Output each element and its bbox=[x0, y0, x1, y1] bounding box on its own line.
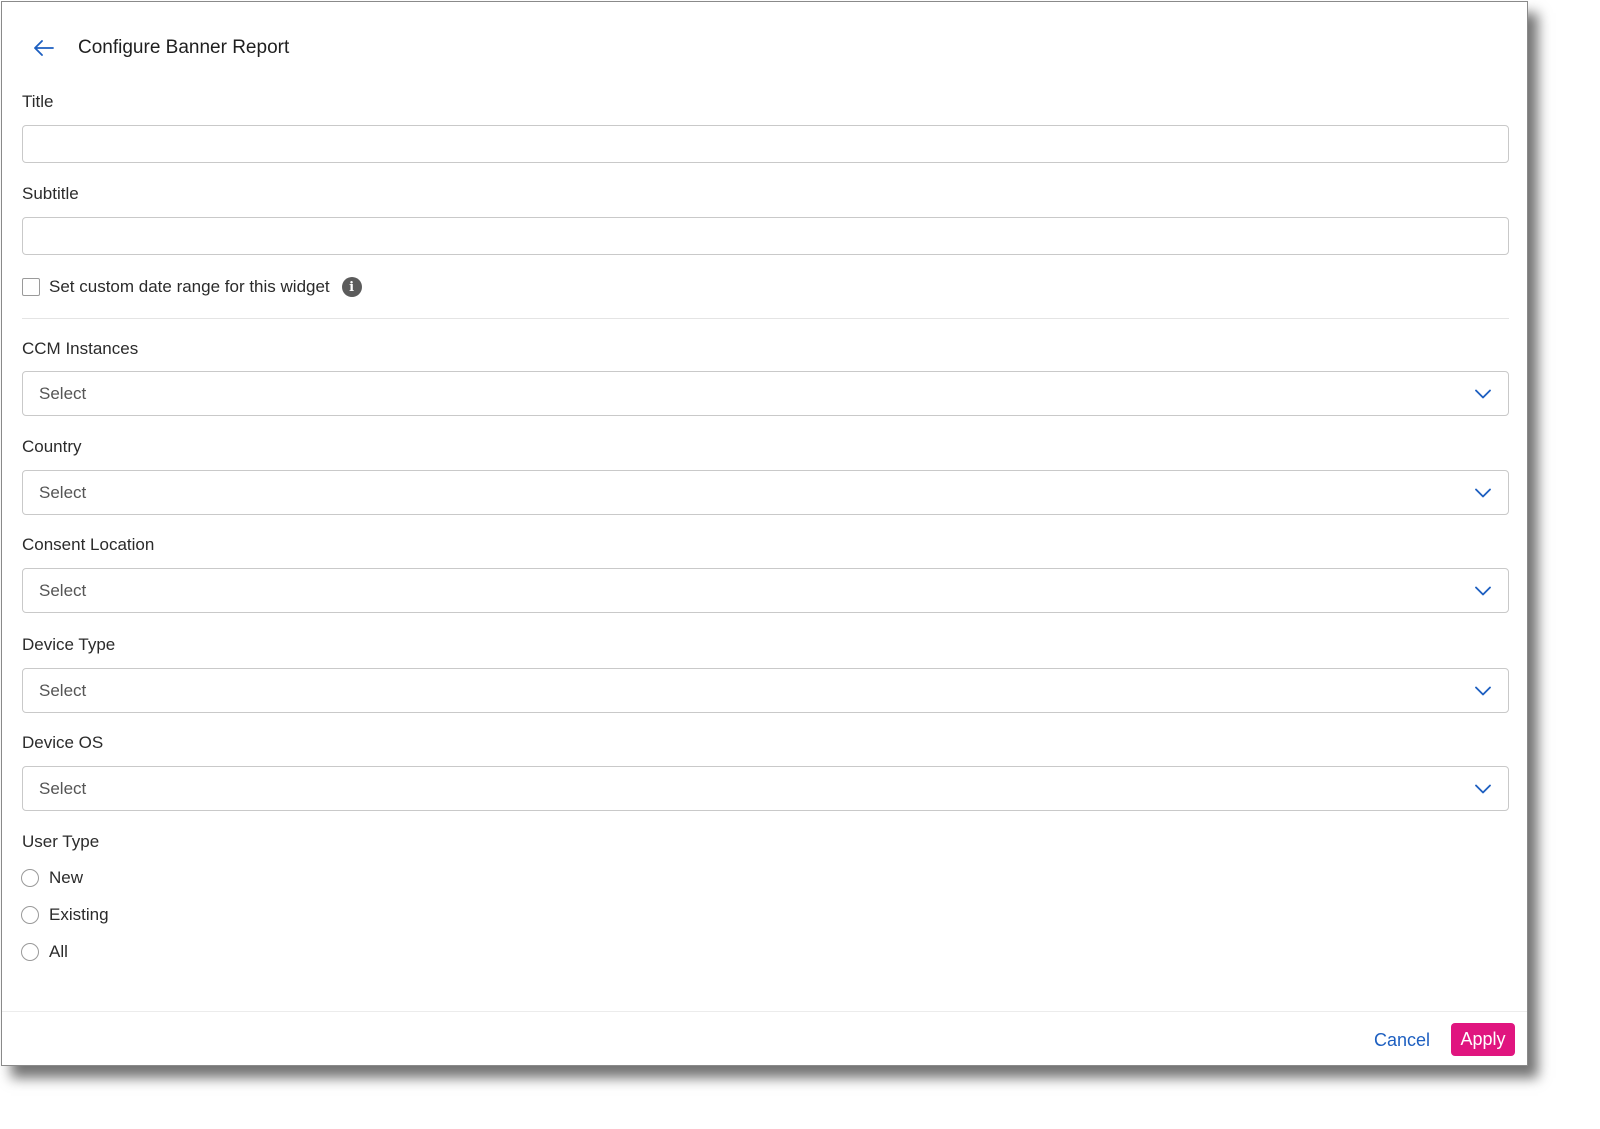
select-value: Select bbox=[39, 580, 87, 600]
chevron-down-icon bbox=[1474, 385, 1492, 403]
radio-button[interactable] bbox=[21, 906, 39, 924]
radio-label: New bbox=[49, 868, 84, 887]
select-value: Select bbox=[39, 778, 87, 798]
custom-date-range-checkbox[interactable] bbox=[22, 278, 40, 296]
apply-button[interactable]: Apply bbox=[1451, 1023, 1515, 1056]
user-type-label: User Type bbox=[22, 832, 100, 851]
device-os-select[interactable]: Select bbox=[22, 766, 1509, 811]
radio-label: All bbox=[49, 942, 68, 961]
title-input[interactable] bbox=[22, 125, 1509, 163]
device-type-select[interactable]: Select bbox=[22, 668, 1509, 713]
footer-divider bbox=[2, 1011, 1527, 1012]
chevron-down-icon bbox=[1474, 484, 1492, 502]
consent-location-label: Consent Location bbox=[22, 535, 155, 554]
page-title: Configure Banner Report bbox=[78, 37, 290, 58]
custom-date-range-row: Set custom date range for this widget i bbox=[22, 275, 362, 299]
device-type-label: Device Type bbox=[22, 635, 116, 654]
select-value: Select bbox=[39, 680, 87, 700]
chevron-down-icon bbox=[1474, 682, 1492, 700]
country-select[interactable]: Select bbox=[22, 470, 1509, 515]
configure-banner-report-panel: Configure Banner Report Title Subtitle S… bbox=[1, 1, 1528, 1066]
subtitle-label: Subtitle bbox=[22, 184, 79, 203]
consent-location-select[interactable]: Select bbox=[22, 568, 1509, 613]
select-value: Select bbox=[39, 482, 87, 502]
radio-button[interactable] bbox=[21, 869, 39, 887]
chevron-down-icon bbox=[1474, 780, 1492, 798]
radio-label: Existing bbox=[49, 905, 109, 924]
subtitle-input[interactable] bbox=[22, 217, 1509, 255]
select-value: Select bbox=[39, 383, 87, 403]
section-divider bbox=[22, 318, 1509, 319]
custom-date-range-label: Set custom date range for this widget bbox=[49, 277, 330, 296]
arrow-left-icon bbox=[34, 40, 54, 56]
ccm-instances-select[interactable]: Select bbox=[22, 371, 1509, 416]
back-button[interactable] bbox=[32, 36, 56, 60]
chevron-down-icon bbox=[1474, 582, 1492, 600]
user-type-option-existing[interactable]: Existing bbox=[21, 903, 109, 927]
cancel-button[interactable]: Cancel bbox=[1364, 1025, 1440, 1055]
ccm-instances-label: CCM Instances bbox=[22, 339, 139, 358]
user-type-option-all[interactable]: All bbox=[21, 940, 68, 964]
panel-header: Configure Banner Report bbox=[32, 34, 289, 62]
info-icon[interactable]: i bbox=[341, 277, 362, 297]
radio-button[interactable] bbox=[21, 943, 39, 961]
user-type-option-new[interactable]: New bbox=[21, 866, 83, 890]
device-os-label: Device OS bbox=[22, 733, 104, 752]
country-label: Country bbox=[22, 437, 82, 456]
title-label: Title bbox=[22, 92, 54, 111]
